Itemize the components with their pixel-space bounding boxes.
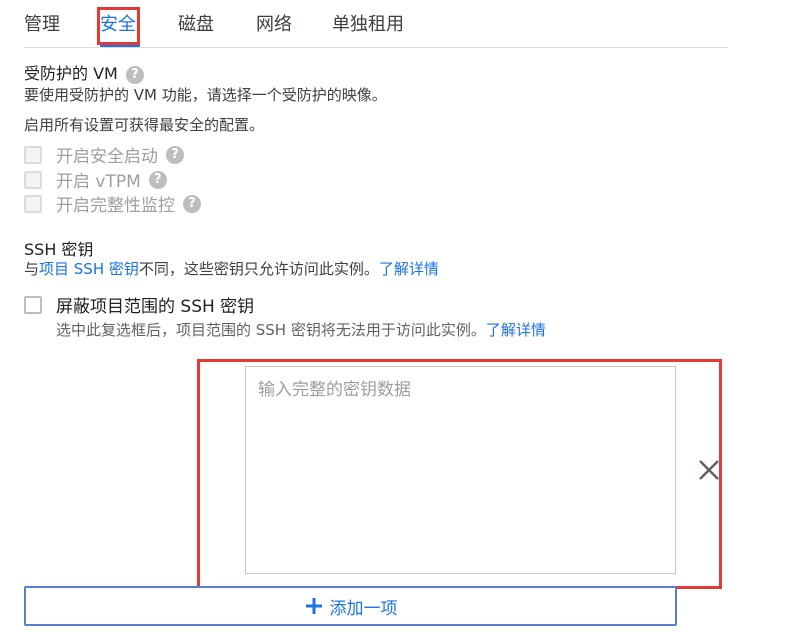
shielded-vm-description: 要使用受防护的 VM 功能，请选择一个受防护的映像。 xyxy=(24,86,387,104)
close-icon[interactable] xyxy=(696,456,722,484)
vtpm-checkbox xyxy=(24,170,42,189)
add-item-label: 添加一项 xyxy=(329,598,398,619)
tab-highlight-frame xyxy=(97,7,140,45)
ssh-keys-title: SSH 密钥 xyxy=(24,240,94,259)
block-desc-text: 选中此复选框后，项目范围的 SSH 密钥将无法用于访问此实例。 xyxy=(56,321,486,339)
block-project-keys-checkbox[interactable] xyxy=(24,295,42,314)
help-icon[interactable]: ? xyxy=(183,194,201,213)
learn-more-link[interactable]: 了解详情 xyxy=(379,260,439,278)
ssh-desc-prefix: 与 xyxy=(24,260,40,278)
help-icon[interactable]: ? xyxy=(166,145,184,164)
block-learn-more-link[interactable]: 了解详情 xyxy=(486,321,546,339)
tab-disks[interactable]: 磁盘 xyxy=(178,10,214,36)
add-item-button[interactable]: 添加一项 xyxy=(24,586,677,626)
shielded-vm-title: 受防护的 VM? xyxy=(24,60,144,84)
block-project-keys-label: 屏蔽项目范围的 SSH 密钥 xyxy=(56,297,255,317)
vtpm-option: 开启 vTPM ? xyxy=(24,167,167,192)
block-project-keys-option: 屏蔽项目范围的 SSH 密钥 xyxy=(24,292,254,317)
shielded-vm-note: 启用所有设置可获得最安全的配置。 xyxy=(24,116,265,134)
ssh-desc-middle: 不同，这些密钥只允许访问此实例。 xyxy=(138,260,379,278)
integrity-monitoring-option: 开启完整性监控 ? xyxy=(24,191,201,216)
ssh-key-input[interactable] xyxy=(245,366,676,574)
project-ssh-keys-link[interactable]: 项目 SSH 密钥 xyxy=(39,260,139,278)
help-icon[interactable]: ? xyxy=(125,65,144,84)
vtpm-label: 开启 vTPM xyxy=(56,172,141,192)
plus-icon xyxy=(305,598,322,614)
tab-management[interactable]: 管理 xyxy=(24,10,60,36)
tab-networking[interactable]: 网络 xyxy=(256,10,292,36)
tab-sole-tenancy[interactable]: 单独租用 xyxy=(332,10,404,36)
secure-boot-checkbox xyxy=(24,145,42,164)
vm-settings-page: 管理 安全 磁盘 网络 单独租用 受防护的 VM? 要使用受防护的 VM 功能，… xyxy=(0,0,807,633)
secure-boot-option: 开启安全启动 ? xyxy=(24,142,184,167)
ssh-keys-description: 与项目 SSH 密钥不同，这些密钥只允许访问此实例。了解详情 xyxy=(24,258,439,279)
integrity-monitoring-checkbox xyxy=(24,194,42,213)
shielded-vm-title-text: 受防护的 VM xyxy=(24,64,118,83)
help-icon[interactable]: ? xyxy=(148,170,167,189)
block-project-keys-description: 选中此复选框后，项目范围的 SSH 密钥将无法用于访问此实例。了解详情 xyxy=(56,319,546,340)
integrity-monitoring-label: 开启完整性监控 xyxy=(56,196,175,216)
secure-boot-label: 开启安全启动 xyxy=(56,147,158,167)
